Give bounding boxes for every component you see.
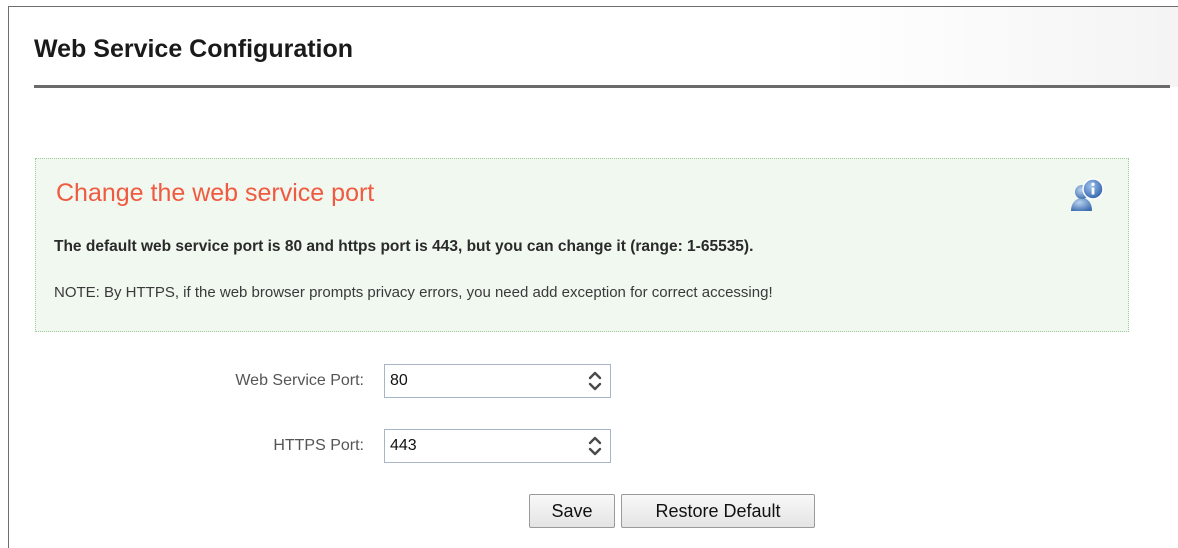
save-button[interactable]: Save [529,494,615,528]
web-port-value[interactable]: 80 [390,372,408,390]
web-port-stepper[interactable]: 80 [384,364,611,398]
page-frame: Web Service Configuration Change the web… [8,6,1178,548]
title-divider [34,85,1170,88]
https-port-stepper[interactable]: 443 [384,429,611,463]
web-port-label: Web Service Port: [235,372,364,389]
user-info-icon [1068,177,1106,213]
page-header: Web Service Configuration [9,7,1178,88]
stepper-arrows-icon[interactable] [584,368,606,394]
page-title: Web Service Configuration [34,35,354,63]
https-port-label: HTTPS Port: [273,437,364,454]
info-panel: Change the web service port The default … [35,158,1129,332]
restore-default-button[interactable]: Restore Default [621,494,815,528]
https-port-row: HTTPS Port: 443 [9,429,1169,463]
https-port-value[interactable]: 443 [390,437,417,455]
info-note: NOTE: By HTTPS, if the web browser promp… [54,284,773,301]
stepper-arrows-icon[interactable] [584,433,606,459]
web-port-row: Web Service Port: 80 [9,364,1169,398]
info-description: The default web service port is 80 and h… [54,238,754,255]
info-heading: Change the web service port [56,179,375,207]
